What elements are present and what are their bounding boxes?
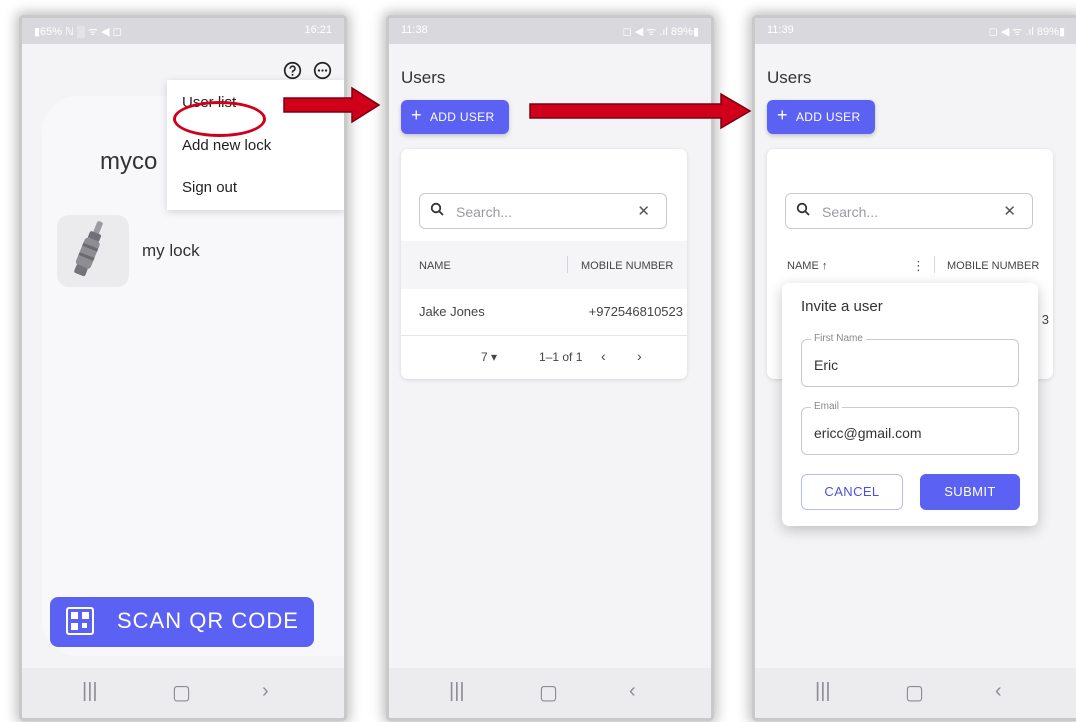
status-bar: 11:39 ◻ ◀ ᯤ .ıl 89%▮	[755, 18, 1076, 44]
menu-item-user-list[interactable]: User list	[173, 94, 266, 137]
home-icon[interactable]: ▢	[905, 680, 924, 705]
recent-apps-icon[interactable]: |||	[82, 680, 98, 703]
table-pagination: 7 ▾ 1–1 of 1 ‹ ›	[401, 335, 687, 379]
status-icons: ◻ ◀ ᯤ .ıl 89%▮	[622, 26, 699, 38]
table-row[interactable]: Jake Jones +972546810523	[401, 289, 687, 336]
page-title: Users	[767, 68, 812, 87]
column-header-name[interactable]: NAME ↑	[787, 260, 827, 272]
cell-name: Jake Jones	[419, 304, 485, 319]
email-value: ericc@gmail.com	[814, 425, 922, 441]
column-header-mobile[interactable]: MOBILE NUMBER	[947, 260, 1039, 272]
column-separator[interactable]	[934, 256, 935, 273]
page-range: 1–1 of 1	[539, 350, 583, 364]
back-icon[interactable]: ‹	[995, 680, 1002, 703]
qr-code-icon	[66, 607, 94, 635]
android-nav-bar: ||| ▢ ›	[22, 668, 344, 718]
status-bar: ▮65% ℕ ▒ ᯤ ◀ ◻ 16:21	[22, 18, 344, 44]
status-time: 16:21	[304, 24, 332, 36]
scan-qr-button[interactable]: SCAN QR CODE	[50, 597, 314, 647]
menu-item-add-new-lock[interactable]: Add new lock	[182, 137, 271, 154]
column-header-mobile[interactable]: MOBILE NUMBER	[581, 260, 673, 272]
highlight-oval	[173, 101, 266, 137]
recent-apps-icon[interactable]: |||	[449, 680, 465, 703]
rows-per-page-select[interactable]: 7 ▾	[481, 350, 497, 364]
app-name: myco	[100, 148, 158, 175]
plus-icon: +	[411, 105, 422, 125]
email-field[interactable]: Email ericc@gmail.com	[801, 401, 1019, 455]
add-user-label: ADD USER	[430, 110, 495, 124]
status-icons: ▮65% ℕ ▒ ᯤ ◀ ◻	[34, 26, 122, 38]
status-time: 11:39	[767, 24, 794, 36]
android-nav-bar: ||| ▢ ‹	[389, 668, 711, 718]
lock-image-icon	[74, 221, 103, 277]
table-header: NAME ↑ ⋮ MOBILE NUMBER	[767, 241, 1053, 289]
home-icon[interactable]: ▢	[172, 680, 191, 705]
column-header-name[interactable]: NAME	[419, 260, 451, 272]
status-time: 11:38	[401, 24, 428, 36]
page-title: Users	[401, 68, 446, 87]
status-icons: ◻ ◀ ᯤ .ıl 89%▮	[988, 26, 1065, 38]
scan-qr-label: SCAN QR CODE	[117, 608, 299, 633]
column-menu-icon[interactable]: ⋮	[912, 258, 925, 274]
search-icon	[796, 202, 810, 220]
first-name-field[interactable]: First Name Eric	[801, 333, 1019, 387]
add-user-label: ADD USER	[796, 110, 861, 124]
search-placeholder: Search...	[456, 204, 513, 220]
lock-name[interactable]: my lock	[142, 241, 200, 261]
search-input[interactable]: Search... ✕	[785, 193, 1033, 229]
lock-thumbnail[interactable]	[57, 215, 129, 287]
recent-apps-icon[interactable]: |||	[815, 680, 831, 703]
cell-mobile-partial: 3	[1041, 312, 1049, 327]
back-icon[interactable]: ›	[262, 680, 269, 703]
menu-item-sign-out[interactable]: Sign out	[182, 179, 237, 196]
back-icon[interactable]: ‹	[629, 680, 636, 703]
add-user-button[interactable]: + ADD USER	[401, 100, 509, 134]
clear-search-icon[interactable]: ✕	[1003, 202, 1016, 220]
invite-user-dialog: Invite a user First Name Eric Email eric…	[782, 283, 1038, 526]
table-header: NAME MOBILE NUMBER	[401, 241, 687, 289]
next-page-icon[interactable]: ›	[637, 348, 642, 364]
cancel-button[interactable]: CANCEL	[801, 474, 903, 510]
add-user-button[interactable]: + ADD USER	[767, 100, 875, 134]
clear-search-icon[interactable]: ✕	[637, 202, 650, 220]
phone-screen-invite: 11:39 ◻ ◀ ᯤ .ıl 89%▮ Users + ADD USER Se…	[755, 18, 1076, 718]
status-bar: 11:38 ◻ ◀ ᯤ .ıl 89%▮	[389, 18, 711, 44]
email-label: Email	[811, 401, 843, 412]
android-nav-bar: ||| ▢ ‹	[755, 668, 1076, 718]
flow-arrow-icon	[283, 86, 381, 124]
search-input[interactable]: Search... ✕	[419, 193, 667, 229]
search-icon	[430, 202, 444, 220]
users-table-card: Search... ✕ NAME MOBILE NUMBER Jake Jone…	[401, 149, 687, 379]
home-icon[interactable]: ▢	[539, 680, 558, 705]
search-placeholder: Search...	[822, 204, 879, 220]
first-name-value: Eric	[814, 357, 839, 373]
first-name-label: First Name	[811, 333, 866, 344]
dialog-title: Invite a user	[801, 298, 883, 315]
flow-arrow-icon	[529, 92, 752, 130]
column-separator[interactable]	[567, 256, 568, 273]
cell-mobile: +972546810523	[588, 304, 683, 319]
prev-page-icon[interactable]: ‹	[601, 348, 606, 364]
plus-icon: +	[777, 105, 788, 125]
submit-button[interactable]: SUBMIT	[920, 474, 1020, 510]
